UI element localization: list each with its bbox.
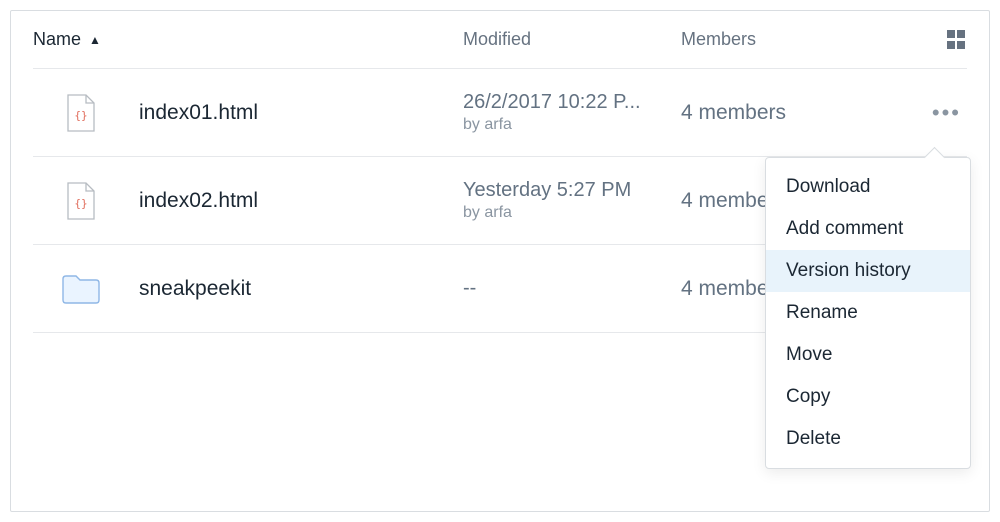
menu-item-add-comment[interactable]: Add comment — [766, 208, 970, 250]
modified-by: by arfa — [463, 116, 681, 134]
modified-cell: Yesterday 5:27 PM by arfa — [463, 179, 681, 222]
sort-ascending-icon: ▲ — [89, 33, 101, 47]
file-name: index01.html — [139, 101, 258, 125]
modified-time: -- — [463, 277, 673, 300]
menu-item-move[interactable]: Move — [766, 334, 970, 376]
table-row[interactable]: {} index01.html 26/2/2017 10:22 P... by … — [33, 69, 967, 157]
grid-view-icon[interactable] — [947, 30, 967, 50]
column-header-name-label: Name — [33, 29, 81, 50]
modified-cell: 26/2/2017 10:22 P... by arfa — [463, 91, 681, 134]
modified-time: 26/2/2017 10:22 P... — [463, 91, 673, 114]
modified-by: by arfa — [463, 204, 681, 222]
column-header-name[interactable]: Name ▲ — [33, 29, 463, 50]
html-file-icon: {} — [61, 94, 101, 132]
svg-text:{}: {} — [74, 197, 87, 210]
svg-text:{}: {} — [74, 109, 87, 122]
file-list-window: Name ▲ Modified Members — [10, 10, 990, 512]
menu-item-rename[interactable]: Rename — [766, 292, 970, 334]
table-header: Name ▲ Modified Members — [33, 11, 967, 69]
file-name: sneakpeekit — [139, 277, 251, 301]
members-cell: 4 members — [681, 101, 861, 125]
html-file-icon: {} — [61, 182, 101, 220]
menu-item-delete[interactable]: Delete — [766, 418, 970, 460]
modified-cell: -- — [463, 277, 681, 300]
column-header-members[interactable]: Members — [681, 29, 861, 50]
menu-item-version-history[interactable]: Version history — [766, 250, 970, 292]
file-name: index02.html — [139, 189, 258, 213]
menu-item-copy[interactable]: Copy — [766, 376, 970, 418]
context-menu: Download Add comment Version history Ren… — [765, 157, 971, 469]
column-header-modified[interactable]: Modified — [463, 29, 681, 50]
menu-item-download[interactable]: Download — [766, 166, 970, 208]
more-actions-button[interactable]: ••• — [926, 96, 967, 130]
folder-icon — [61, 273, 101, 305]
modified-time: Yesterday 5:27 PM — [463, 179, 673, 202]
